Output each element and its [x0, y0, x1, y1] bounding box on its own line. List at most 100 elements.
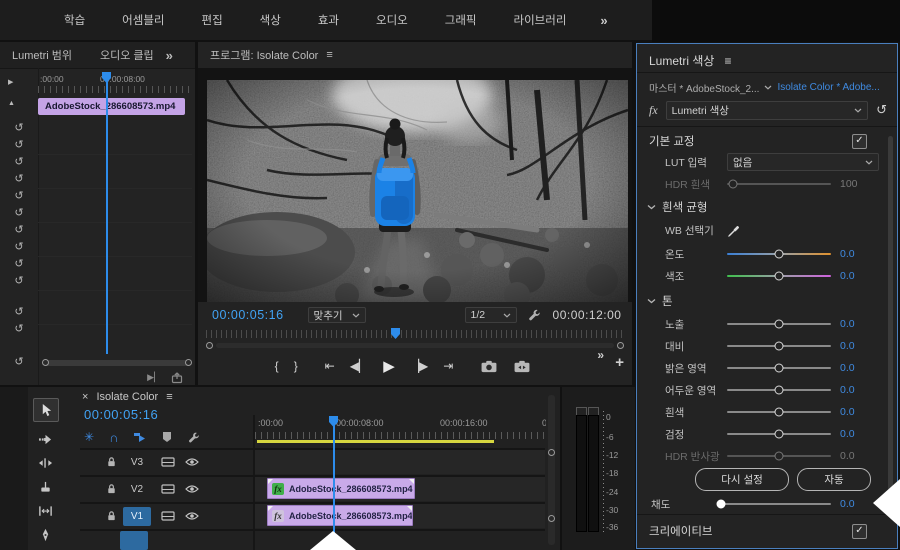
basic-correction-header[interactable]: 기본 교정 ✓ — [637, 132, 897, 150]
track-select-forward-tool[interactable] — [33, 428, 57, 450]
reset-parameter-icon[interactable]: ↺ — [0, 321, 38, 338]
blacks-slider[interactable] — [727, 433, 831, 435]
clip-v1[interactable]: fx AdobeStock_286608573.mp4 — [267, 505, 413, 526]
workspace-tab-audio[interactable]: 오디오 — [376, 12, 408, 28]
sequence-clip-link[interactable]: Isolate Color * Adobe... — [777, 82, 879, 93]
auto-button[interactable]: 자동 — [797, 468, 871, 491]
program-video-frame[interactable] — [207, 80, 628, 302]
razor-tool[interactable] — [33, 476, 57, 498]
reset-button[interactable]: 다시 설정 — [695, 468, 789, 491]
workspace-overflow-icon[interactable]: » — [600, 13, 607, 28]
sync-lock-icon[interactable] — [161, 484, 175, 494]
track-name-a1-partial[interactable] — [120, 531, 148, 550]
track-output-eye-icon[interactable] — [185, 484, 199, 494]
program-zoom-handle-right[interactable] — [617, 342, 624, 349]
export-frame-icon[interactable] — [480, 360, 498, 373]
workspace-tab-libraries[interactable]: 라이브러리 — [514, 12, 567, 28]
lock-icon[interactable] — [106, 510, 117, 522]
track-name-v3[interactable]: V3 — [123, 453, 151, 472]
shadows-slider[interactable] — [727, 389, 831, 391]
sync-lock-icon[interactable] — [161, 457, 175, 467]
reset-parameter-icon[interactable]: ↺ — [0, 273, 38, 290]
selection-tool[interactable] — [33, 398, 59, 422]
transport-overflow-icon[interactable]: » — [597, 348, 604, 362]
workspace-tab-learn[interactable]: 학습 — [64, 12, 85, 28]
panel-menu-icon[interactable]: ≡ — [326, 49, 332, 61]
exposure-slider[interactable] — [727, 323, 831, 325]
play-effect-icon[interactable]: ▶▏ — [147, 372, 161, 383]
tab-lumetri-scopes[interactable]: Lumetri 범위 — [12, 47, 72, 63]
nest-toggle-icon[interactable]: ✳ — [84, 430, 94, 444]
temperature-slider[interactable] — [727, 253, 831, 255]
tint-slider[interactable] — [727, 275, 831, 277]
lock-icon[interactable] — [106, 456, 117, 468]
track-lane-v3[interactable] — [255, 450, 545, 474]
track-output-eye-icon[interactable] — [185, 457, 199, 467]
timeline-settings-wrench-icon[interactable] — [187, 431, 200, 444]
reset-parameter-icon[interactable]: ↺ — [0, 171, 38, 188]
panel-menu-icon[interactable]: ≡ — [724, 54, 731, 68]
add-marker-icon[interactable] — [162, 431, 172, 443]
ec-horizontal-scrollbar[interactable] — [44, 360, 190, 366]
program-zoom-handle-left[interactable] — [206, 342, 213, 349]
timeline-scroll-handle-bottom[interactable] — [548, 515, 555, 522]
timeline-timecode[interactable]: 00:00:05:16 — [84, 407, 158, 422]
sequence-tab-label[interactable]: Isolate Color — [96, 391, 158, 403]
fit-dropdown[interactable]: 맞추기 — [308, 307, 366, 323]
collapse-clip-icon[interactable]: ▲ — [8, 100, 15, 107]
workspace-tab-editing[interactable]: 편집 — [202, 12, 223, 28]
eyedropper-icon[interactable] — [727, 223, 742, 238]
timeline-playhead[interactable] — [329, 416, 338, 427]
linked-selection-icon[interactable] — [133, 431, 147, 443]
creative-header[interactable]: 크리에이티브 ✓ — [637, 522, 897, 540]
settings-wrench-icon[interactable] — [527, 308, 541, 322]
program-zoom-scrollbar[interactable] — [216, 343, 614, 348]
step-forward-button[interactable]: ▕▶ — [410, 360, 428, 372]
comparison-view-icon[interactable] — [513, 360, 531, 373]
reset-parameter-icon[interactable]: ↺ — [0, 256, 38, 273]
ripple-edit-tool[interactable] — [33, 452, 57, 474]
expand-effect-icon[interactable]: ▶ — [8, 78, 13, 86]
track-name-v1[interactable]: V1 — [123, 507, 151, 526]
lut-dropdown[interactable]: 없음 — [727, 153, 879, 171]
ec-scrollbar-handle-left[interactable] — [42, 359, 49, 366]
panel-overflow-icon[interactable]: » — [166, 48, 173, 63]
track-name-v2[interactable]: V2 — [123, 480, 151, 499]
ec-playhead[interactable] — [102, 72, 111, 83]
step-back-button[interactable]: ◀▏ — [350, 360, 368, 372]
program-scrub-bar[interactable] — [206, 330, 624, 338]
workspace-tab-color[interactable]: 색상 — [260, 12, 281, 28]
highlights-slider[interactable] — [727, 367, 831, 369]
saturation-slider[interactable] — [719, 503, 831, 505]
playback-resolution-dropdown[interactable]: 1/2 — [465, 307, 517, 323]
lumetri-scrollbar[interactable] — [888, 136, 893, 502]
reset-parameter-icon[interactable]: ↺ — [0, 205, 38, 222]
effect-selector-dropdown[interactable]: Lumetri 색상 — [666, 101, 868, 120]
track-output-eye-icon[interactable] — [185, 511, 199, 521]
ec-mini-ruler[interactable] — [38, 86, 192, 93]
workspace-tab-effects[interactable]: 효과 — [318, 12, 339, 28]
go-to-in-button[interactable]: ⇤ — [325, 360, 335, 372]
pen-tool[interactable] — [33, 524, 57, 546]
reset-parameter-icon[interactable]: ↺ — [0, 188, 38, 205]
slip-tool[interactable] — [33, 500, 57, 522]
close-sequence-icon[interactable]: × — [82, 391, 88, 403]
sync-lock-icon[interactable] — [161, 511, 175, 521]
tab-audio-clip-mixer[interactable]: 오디오 클립 — [100, 47, 154, 63]
mark-in-button[interactable]: { — [275, 360, 279, 372]
timeline-ruler[interactable] — [255, 432, 545, 439]
white-balance-header[interactable]: 흰색 균형 — [637, 198, 897, 216]
chevron-down-icon[interactable] — [764, 85, 772, 90]
reset-parameter-icon[interactable]: ↺ — [0, 354, 38, 371]
creative-checkbox[interactable]: ✓ — [852, 524, 867, 539]
reset-parameter-icon[interactable]: ↺ — [0, 239, 38, 256]
work-area-bar[interactable] — [257, 440, 494, 443]
program-timecode[interactable]: 00:00:05:16 — [212, 308, 284, 322]
lock-icon[interactable] — [106, 483, 117, 495]
play-button[interactable]: ▶ — [383, 359, 395, 374]
reset-parameter-icon[interactable]: ↺ — [0, 137, 38, 154]
reset-parameter-icon[interactable]: ↺ — [0, 222, 38, 239]
ec-scrollbar-handle-right[interactable] — [185, 359, 192, 366]
mark-out-button[interactable]: } — [294, 360, 298, 372]
button-editor-icon[interactable]: + — [615, 354, 624, 371]
